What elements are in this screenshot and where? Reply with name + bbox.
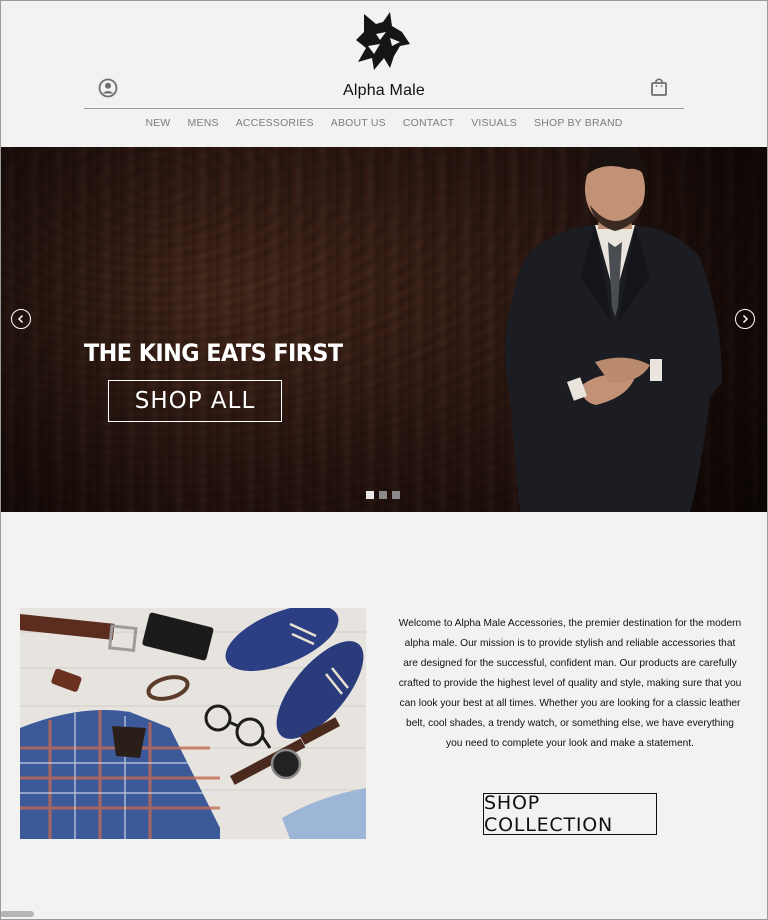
wolf-head-logo[interactable] [350, 10, 414, 72]
hero-headline: THE KING EATS FIRST [84, 339, 343, 367]
nav-item-mens[interactable]: MENS [179, 117, 227, 129]
nav-item-visuals[interactable]: VISUALS [463, 117, 526, 129]
carousel-next-button[interactable] [735, 309, 755, 329]
accessories-flatlay-image [20, 608, 366, 839]
chevron-right-icon [742, 314, 749, 324]
shop-collection-button[interactable]: SHOP COLLECTION [483, 792, 657, 836]
hero-model-image [505, 147, 722, 512]
shop-all-button[interactable]: SHOP ALL [108, 380, 282, 422]
carousel-dot-2[interactable] [379, 491, 387, 499]
nav-item-about-us[interactable]: ABOUT US [322, 117, 394, 129]
nav-item-new[interactable]: NEW [137, 117, 179, 129]
nav-item-shop-by-brand[interactable]: SHOP BY BRAND [525, 117, 631, 129]
carousel-dot-1[interactable] [366, 491, 374, 499]
hero-carousel: THE KING EATS FIRST SHOP ALL [0, 147, 768, 512]
main-nav: NEW MENS ACCESSORIES ABOUT US CONTACT VI… [0, 117, 768, 129]
intro-paragraph: Welcome to Alpha Male Accessories, the p… [398, 618, 742, 749]
carousel-dot-3[interactable] [392, 491, 400, 499]
carousel-prev-button[interactable] [11, 309, 31, 329]
nav-item-accessories[interactable]: ACCESSORIES [227, 117, 322, 129]
carousel-indicators [366, 491, 400, 499]
horizontal-scrollbar[interactable] [0, 911, 34, 917]
header-divider [84, 108, 684, 109]
site-header: Alpha Male NEW MENS ACCESSORIES ABOUT US… [0, 0, 768, 147]
shopping-bag-icon[interactable] [650, 77, 668, 97]
nav-item-contact[interactable]: CONTACT [394, 117, 462, 129]
chevron-left-icon [17, 314, 24, 324]
